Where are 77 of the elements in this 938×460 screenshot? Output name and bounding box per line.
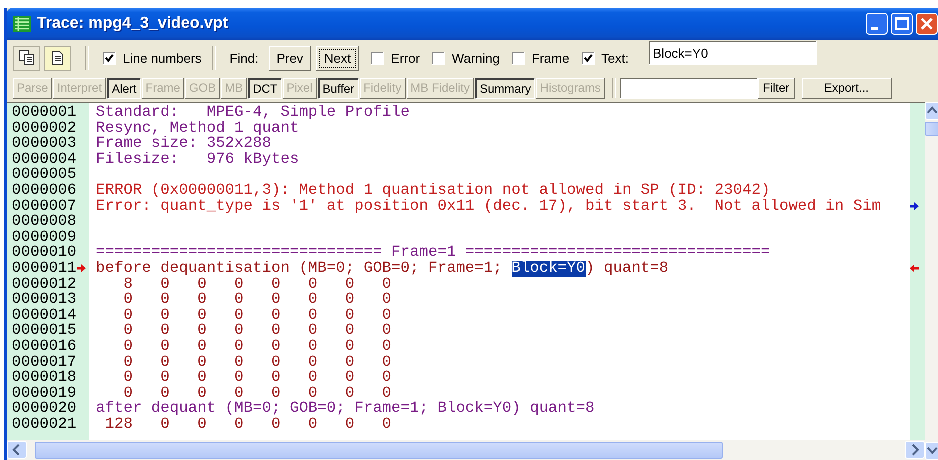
maximize-button[interactable] bbox=[891, 13, 913, 35]
trace-text: 0 0 0 0 0 0 0 0 bbox=[122, 308, 392, 324]
scrollbar-thumb[interactable] bbox=[925, 122, 938, 136]
view-button[interactable]: Buffer bbox=[318, 78, 359, 98]
trace-text: 0 0 0 0 0 0 0 0 bbox=[122, 323, 392, 339]
line-number: 0000009 bbox=[12, 230, 77, 246]
line-number: 0000013 bbox=[12, 292, 77, 308]
trace-text: Frame size: 352x288 bbox=[96, 136, 272, 152]
trace-text: ERROR (0x00000011,3): Method 1 quantisation not allowed in SP (ID: 23042) bbox=[96, 182, 770, 199]
window-title: Trace: mpg4_3_video.vpt bbox=[37, 15, 230, 33]
line-number: 0000019 bbox=[12, 386, 77, 402]
scroll-right-button[interactable] bbox=[905, 441, 925, 459]
find-label: Find: bbox=[230, 50, 259, 66]
document-button[interactable] bbox=[44, 46, 71, 70]
line-number: 0000006 bbox=[12, 182, 77, 199]
document-icon bbox=[52, 50, 64, 66]
line-number: 0000014 bbox=[12, 308, 77, 324]
line-number: 0000005 bbox=[12, 167, 77, 183]
line-number: 0000004 bbox=[12, 152, 77, 168]
trace-text: Filesize: 976 kBytes bbox=[96, 152, 300, 168]
scroll-down-button[interactable] bbox=[925, 442, 938, 460]
trace-text: =============================== Frame=1 ================================= bbox=[96, 245, 770, 261]
filter-field[interactable] bbox=[620, 78, 758, 98]
checkbox[interactable] bbox=[103, 52, 116, 64]
checkbox-label: Text: bbox=[602, 50, 630, 66]
line-number: 0000017 bbox=[12, 354, 77, 370]
trace-text: before dequantisation (MB=0; GOB=0; Frame=1; bbox=[96, 260, 504, 277]
close-button[interactable] bbox=[916, 13, 938, 35]
line-number: 0000010 bbox=[12, 245, 77, 261]
copy-icon bbox=[18, 50, 34, 66]
find-previous-button[interactable]: Prev bbox=[268, 46, 312, 70]
filter-button[interactable]: Filter bbox=[758, 78, 795, 98]
line-number: 0000008 bbox=[12, 214, 77, 230]
trace-text: after dequant (MB=0; GOB=0; Frame=1; Block=Y0) quant=8 bbox=[96, 401, 595, 417]
trace-text: 128 0 0 0 0 0 0 0 bbox=[104, 416, 392, 432]
scroll-left-button[interactable] bbox=[7, 441, 27, 459]
view-button[interactable]: Summary bbox=[474, 78, 536, 98]
checkbox-label: Frame bbox=[532, 50, 570, 66]
checkbox-label: Warning bbox=[452, 50, 500, 66]
line-number: 0000016 bbox=[12, 338, 77, 354]
checkbox-label: Error bbox=[391, 50, 420, 66]
trace-text: 0 0 0 0 0 0 0 0 bbox=[122, 292, 392, 308]
line-number: 0000021 bbox=[12, 416, 77, 432]
trace-text: Error: quant_type is '1' at position 0x11 (dec. 17), bit start 3. Not allowed in Sim bbox=[96, 198, 882, 214]
minimize-button[interactable] bbox=[866, 13, 888, 35]
checkbox[interactable] bbox=[432, 52, 446, 64]
scrollbar-thumb[interactable] bbox=[35, 442, 723, 458]
trace-text: 0 0 0 0 0 0 0 0 bbox=[122, 370, 392, 386]
search-field[interactable]: Block=Y0 bbox=[649, 41, 818, 65]
checkbox[interactable] bbox=[512, 52, 525, 64]
line-number: 0000002 bbox=[12, 120, 77, 136]
trace-text: 0 0 0 0 0 0 0 0 bbox=[124, 386, 392, 402]
selected-text: Block=Y0 bbox=[512, 260, 586, 277]
checkbox[interactable] bbox=[582, 52, 595, 64]
copy-button[interactable] bbox=[13, 46, 40, 70]
view-button[interactable]: DCT bbox=[248, 78, 282, 98]
export-button[interactable]: Export... bbox=[802, 78, 892, 98]
checkbox[interactable] bbox=[371, 52, 384, 64]
line-number: 0000020 bbox=[12, 401, 77, 417]
line-number: 0000011 bbox=[12, 260, 77, 277]
grid-icon bbox=[13, 16, 31, 32]
trace-text: ) quant=8 bbox=[586, 260, 669, 277]
find-next-button[interactable]: Next bbox=[316, 46, 360, 70]
scroll-up-button[interactable] bbox=[925, 102, 938, 120]
view-button[interactable]: Alert bbox=[107, 78, 141, 98]
trace-text: 0 0 0 0 0 0 0 0 bbox=[122, 338, 392, 354]
line-number: 0000003 bbox=[12, 136, 77, 152]
trace-text: Resync, Method 1 quant bbox=[96, 120, 300, 136]
trace-text: 8 0 0 0 0 0 0 0 bbox=[122, 276, 392, 292]
line-number: 0000015 bbox=[12, 323, 77, 339]
line-number: 0000001 bbox=[12, 105, 77, 121]
line-number: 0000012 bbox=[12, 276, 77, 292]
checkbox-label: Line numbers bbox=[123, 50, 202, 66]
line-number: 0000007 bbox=[12, 198, 77, 214]
trace-text: Standard: MPEG-4, Simple Profile bbox=[96, 105, 410, 121]
line-number: 0000018 bbox=[12, 370, 77, 386]
trace-text: 0 0 0 0 0 0 0 0 bbox=[122, 354, 392, 370]
